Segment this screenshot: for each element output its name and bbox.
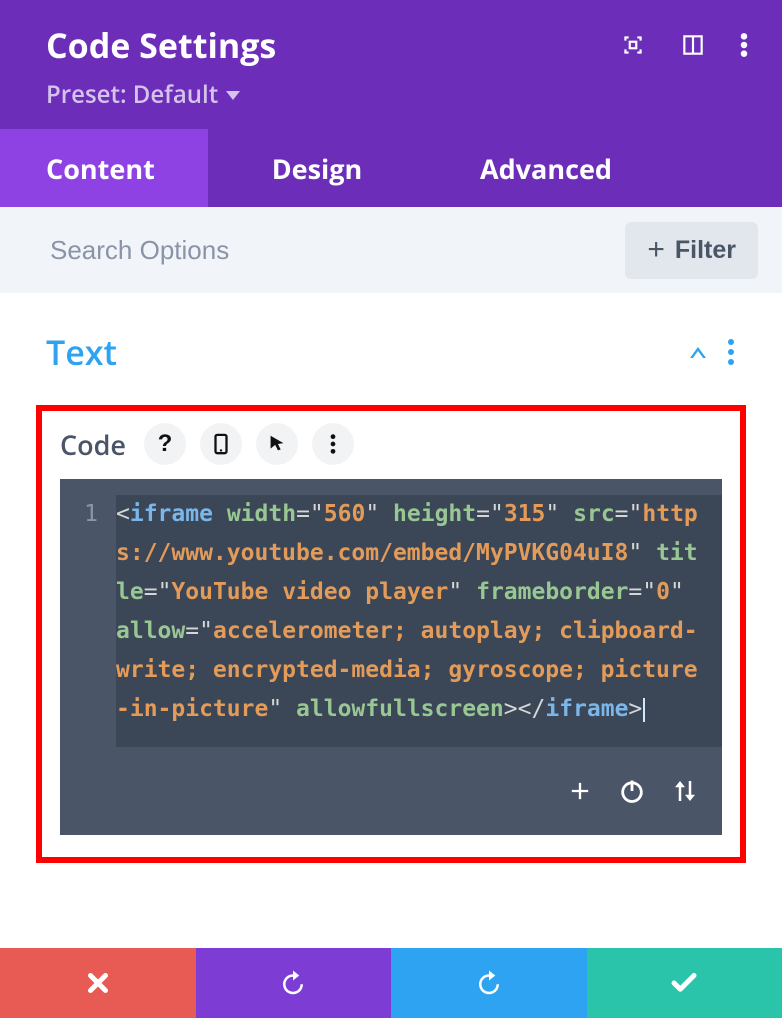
cursor-icon[interactable] [256,423,298,465]
footer-action-bar [0,948,782,1018]
section-title[interactable]: Text [46,329,117,375]
search-bar: + Filter [0,207,782,293]
plus-icon: + [647,242,665,258]
section-header: Text [0,293,782,375]
editor-footer [60,747,722,835]
code-editor[interactable]: 1 <iframe width="560" height="315" src="… [60,479,722,835]
mobile-icon[interactable] [200,423,242,465]
filter-label: Filter [675,236,736,265]
redo-button[interactable] [391,948,587,1018]
undo-button[interactable] [196,948,392,1018]
code-more-icon[interactable] [312,423,354,465]
panel-split-icon[interactable] [680,32,706,58]
tab-design[interactable]: Design [208,129,426,207]
chevron-down-icon [226,91,240,100]
expand-icon[interactable] [620,32,646,58]
more-icon[interactable] [740,32,748,58]
code-field-highlight: Code ? 1 <iframe width="560" height="315… [36,405,746,863]
code-toolbar: Code ? [60,423,722,465]
search-input[interactable] [50,235,625,266]
section-more-icon[interactable] [726,337,736,367]
editor-power-icon[interactable] [618,777,646,805]
line-number: 1 [60,495,98,534]
code-field-label: Code [60,426,126,463]
filter-button[interactable]: + Filter [625,222,758,279]
tab-content[interactable]: Content [0,129,208,207]
editor-sort-icon[interactable] [670,776,700,806]
preset-dropdown[interactable]: Preset: Default [46,78,752,111]
header-action-group [620,32,748,58]
help-icon[interactable]: ? [144,423,186,465]
header: Code Settings Preset: Default [0,0,782,129]
line-gutter: 1 [60,495,116,747]
save-button[interactable] [587,948,782,1018]
tab-advanced[interactable]: Advanced [426,129,666,207]
preset-label: Preset: Default [46,78,218,111]
editor-add-icon[interactable] [566,777,594,805]
tab-bar: Content Design Advanced [0,129,782,207]
code-content[interactable]: <iframe width="560" height="315" src="ht… [116,495,722,747]
panel-title: Code Settings [46,22,276,68]
cancel-button[interactable] [0,948,196,1018]
chevron-up-icon[interactable] [690,347,706,358]
